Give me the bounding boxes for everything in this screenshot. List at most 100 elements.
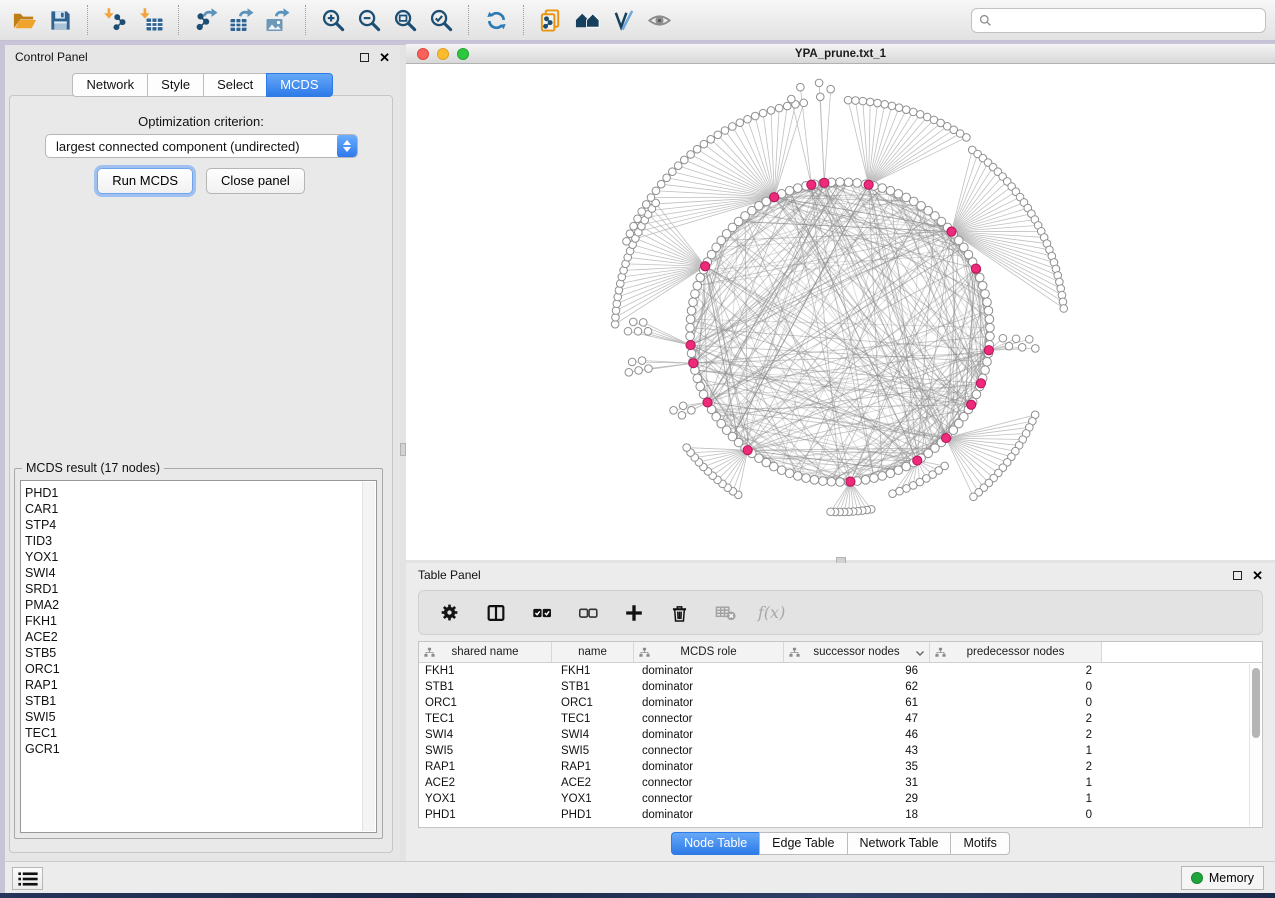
graph-leaf-node[interactable] <box>707 136 715 144</box>
graph-leaf-node[interactable] <box>1005 342 1013 350</box>
zoom-in-button[interactable] <box>315 3 351 37</box>
graph-leaf-node[interactable] <box>888 102 896 110</box>
graph-node[interactable] <box>886 469 895 478</box>
tab-select[interactable]: Select <box>203 73 266 97</box>
graph-mcds-node[interactable] <box>846 477 855 486</box>
gear-button[interactable] <box>436 599 463 626</box>
tab-style[interactable]: Style <box>147 73 203 97</box>
graph-node[interactable] <box>981 366 990 375</box>
cell[interactable]: ORC1 <box>419 697 552 709</box>
graph-leaf-node[interactable] <box>721 127 729 135</box>
mcds-result-item[interactable]: FKH1 <box>25 613 376 629</box>
export-network-button[interactable] <box>188 3 224 37</box>
cell[interactable]: 35 <box>784 761 930 773</box>
table-scrollbar[interactable] <box>1249 664 1261 826</box>
export-table-button[interactable] <box>224 3 260 37</box>
zoom-out-button[interactable] <box>351 3 387 37</box>
graph-node[interactable] <box>696 382 705 391</box>
graph-leaf-node[interactable] <box>815 79 823 87</box>
network-canvas[interactable] <box>406 64 1275 560</box>
graph-leaf-node[interactable] <box>797 83 805 91</box>
graph-mcds-node[interactable] <box>913 456 922 465</box>
column-header-shared-name[interactable]: shared name <box>419 642 552 662</box>
graph-leaf-node[interactable] <box>788 95 796 103</box>
graph-leaf-node[interactable] <box>881 101 889 109</box>
graph-leaf-node[interactable] <box>1025 335 1033 343</box>
graph-node[interactable] <box>686 315 695 324</box>
clone-network-button[interactable] <box>533 3 569 37</box>
cell[interactable]: connector <box>634 713 784 725</box>
cell[interactable]: 46 <box>784 729 930 741</box>
tab-network[interactable]: Network <box>72 73 147 97</box>
graph-node[interactable] <box>878 472 887 481</box>
cell[interactable]: connector <box>634 777 784 789</box>
graph-leaf-node[interactable] <box>714 131 722 139</box>
graph-node[interactable] <box>894 190 903 199</box>
graph-mcds-node[interactable] <box>976 379 985 388</box>
cell[interactable]: SWI4 <box>419 729 552 741</box>
tab-edge-table[interactable]: Edge Table <box>759 832 846 855</box>
graph-node[interactable] <box>981 290 990 299</box>
graph-node[interactable] <box>878 184 887 193</box>
mcds-result-item[interactable]: SWI5 <box>25 709 376 725</box>
houses-button[interactable] <box>569 3 605 37</box>
graph-node[interactable] <box>802 474 811 483</box>
table-row[interactable]: TEC1TEC1connector472 <box>419 711 1262 727</box>
open-folder-button[interactable] <box>6 3 42 37</box>
graph-leaf-node[interactable] <box>1012 335 1020 343</box>
graph-node[interactable] <box>975 273 984 282</box>
cell[interactable]: 43 <box>784 745 930 757</box>
task-history-button[interactable] <box>12 867 43 890</box>
graph-leaf-node[interactable] <box>634 215 642 223</box>
cell[interactable]: RAP1 <box>552 761 634 773</box>
graph-node[interactable] <box>984 306 993 315</box>
graph-leaf-node[interactable] <box>663 174 671 182</box>
mcds-result-item[interactable]: ACE2 <box>25 629 376 645</box>
cell[interactable]: 61 <box>784 697 930 709</box>
graph-leaf-node[interactable] <box>638 357 646 365</box>
cell[interactable]: STB1 <box>419 681 552 693</box>
graph-node[interactable] <box>983 298 992 307</box>
graph-mcds-node[interactable] <box>947 227 956 236</box>
graph-leaf-node[interactable] <box>859 97 867 105</box>
graph-mcds-node[interactable] <box>941 433 950 442</box>
graph-leaf-node[interactable] <box>999 334 1007 342</box>
export-image-button[interactable] <box>260 3 296 37</box>
graph-leaf-node[interactable] <box>852 97 860 105</box>
graph-node[interactable] <box>853 179 862 188</box>
table-panel-close-icon[interactable]: ✕ <box>1252 569 1263 582</box>
import-network-button[interactable] <box>97 3 133 37</box>
graph-mcds-node[interactable] <box>807 180 816 189</box>
graph-mcds-node[interactable] <box>820 178 829 187</box>
graph-leaf-node[interactable] <box>645 365 653 373</box>
graph-leaf-node[interactable] <box>895 104 903 112</box>
table-row[interactable]: SWI4SWI4dominator462 <box>419 727 1262 743</box>
cell[interactable]: 1 <box>930 777 1102 789</box>
graph-leaf-node[interactable] <box>678 412 686 420</box>
graph-leaf-node[interactable] <box>896 487 904 495</box>
cell[interactable]: 62 <box>784 681 930 693</box>
graph-node[interactable] <box>686 323 695 332</box>
cell[interactable]: dominator <box>634 729 784 741</box>
graph-node[interactable] <box>844 178 853 187</box>
mcds-result-item[interactable]: PMA2 <box>25 597 376 613</box>
mcds-result-item[interactable]: RAP1 <box>25 677 376 693</box>
graph-mcds-node[interactable] <box>689 359 698 368</box>
refresh-arrows-button[interactable] <box>478 3 514 37</box>
graph-leaf-node[interactable] <box>669 168 677 176</box>
graph-node[interactable] <box>836 178 845 187</box>
cell[interactable]: FKH1 <box>419 665 552 677</box>
tab-network-table[interactable]: Network Table <box>847 832 951 855</box>
graph-leaf-node[interactable] <box>626 230 634 238</box>
control-panel-close-icon[interactable]: ✕ <box>379 51 390 64</box>
table-row[interactable]: PHD1PHD1dominator180 <box>419 807 1262 823</box>
graph-node[interactable] <box>686 332 695 341</box>
graph-node[interactable] <box>827 477 836 486</box>
graph-node[interactable] <box>902 462 911 471</box>
cell[interactable]: YOX1 <box>552 793 634 805</box>
table-scrollbar-thumb[interactable] <box>1252 668 1260 738</box>
graph-leaf-node[interactable] <box>874 99 882 107</box>
graph-leaf-node[interactable] <box>628 358 636 366</box>
cell[interactable]: FKH1 <box>552 665 634 677</box>
graph-leaf-node[interactable] <box>639 319 647 327</box>
